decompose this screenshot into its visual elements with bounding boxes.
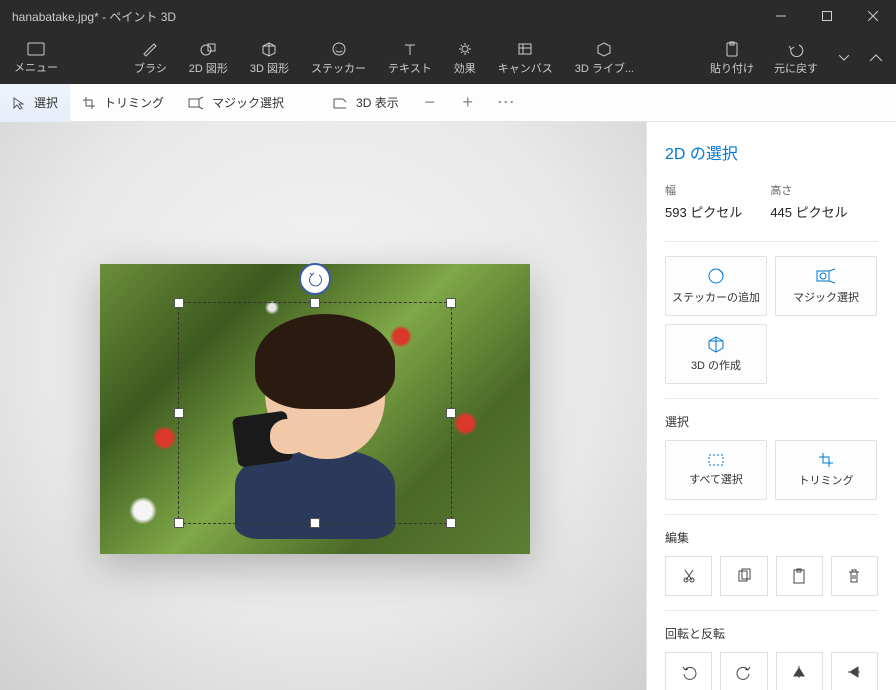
select-all-button[interactable]: すべて選択 <box>665 440 767 500</box>
menu-button[interactable]: メニュー <box>4 32 68 84</box>
titlebar: hanabatake.jpg* - ペイント 3D <box>0 0 896 32</box>
ribbon-2d-shapes[interactable]: 2D 図形 <box>179 32 238 84</box>
flip-horizontal-button[interactable] <box>776 652 823 690</box>
add-sticker-button[interactable]: ステッカーの追加 <box>665 256 767 316</box>
ribbon-undo[interactable]: 元に戻す <box>764 32 828 84</box>
separator <box>665 398 878 399</box>
canvas-area[interactable] <box>0 122 646 690</box>
window-title: hanabatake.jpg* - ペイント 3D <box>0 8 758 25</box>
tool-select[interactable]: 選択 <box>0 84 70 122</box>
toolbar: 選択 トリミング マジック選択 3D 表示 − + ⋯ <box>0 84 896 122</box>
rotate-cw-button[interactable] <box>720 652 767 690</box>
separator <box>665 610 878 611</box>
separator <box>665 241 878 242</box>
ribbon-collapse[interactable] <box>860 36 892 80</box>
zoom-out-button[interactable]: − <box>411 84 449 122</box>
rotate-ccw-button[interactable] <box>665 652 712 690</box>
cut-button[interactable] <box>665 556 712 596</box>
more-button[interactable]: ⋯ <box>487 84 525 122</box>
edit-heading: 編集 <box>665 529 878 546</box>
ribbon: メニュー ブラシ 2D 図形 3D 図形 ステッカー テキスト 効果 キャンバス… <box>0 32 896 84</box>
side-panel: 2D の選択 幅 593 ピクセル 高さ 445 ピクセル ステッカーの追加 マ… <box>646 122 896 690</box>
ribbon-effects[interactable]: 効果 <box>444 32 486 84</box>
ribbon-stickers[interactable]: ステッカー <box>301 32 376 84</box>
ribbon-text[interactable]: テキスト <box>378 32 442 84</box>
zoom-in-button[interactable]: + <box>449 84 487 122</box>
flip-vertical-button[interactable] <box>831 652 878 690</box>
close-button[interactable] <box>850 0 896 32</box>
minimize-button[interactable] <box>758 0 804 32</box>
rotate-flip-heading: 回転と反転 <box>665 625 878 642</box>
ribbon-3d-shapes[interactable]: 3D 図形 <box>240 32 299 84</box>
make-3d-button[interactable]: 3D の作成 <box>665 324 767 384</box>
ribbon-3d-library[interactable]: 3D ライブ... <box>565 32 644 84</box>
height-value: 445 ピクセル <box>770 202 847 221</box>
delete-button[interactable] <box>831 556 878 596</box>
width-value: 593 ピクセル <box>665 202 742 221</box>
menu-label: メニュー <box>14 59 58 75</box>
tool-3d-view[interactable]: 3D 表示 <box>320 84 411 122</box>
image-subject <box>215 319 395 519</box>
tool-magic-select[interactable]: マジック選択 <box>176 84 296 122</box>
width-label: 幅 <box>665 182 742 198</box>
ribbon-dropdown[interactable] <box>828 36 860 80</box>
ribbon-paste[interactable]: 貼り付け <box>700 32 764 84</box>
paste-button[interactable] <box>776 556 823 596</box>
magic-select-button[interactable]: マジック選択 <box>775 256 877 316</box>
separator <box>665 514 878 515</box>
copy-button[interactable] <box>720 556 767 596</box>
tool-crop[interactable]: トリミング <box>70 84 176 122</box>
selection-heading: 選択 <box>665 413 878 430</box>
dimensions-row: 幅 593 ピクセル 高さ 445 ピクセル <box>665 182 878 221</box>
side-panel-title: 2D の選択 <box>665 140 878 164</box>
ribbon-brushes[interactable]: ブラシ <box>124 32 177 84</box>
height-label: 高さ <box>770 182 847 198</box>
ribbon-canvas[interactable]: キャンバス <box>488 32 563 84</box>
workspace: 2D の選択 幅 593 ピクセル 高さ 445 ピクセル ステッカーの追加 マ… <box>0 122 896 690</box>
crop-button[interactable]: トリミング <box>775 440 877 500</box>
maximize-button[interactable] <box>804 0 850 32</box>
canvas-image[interactable] <box>100 264 530 554</box>
